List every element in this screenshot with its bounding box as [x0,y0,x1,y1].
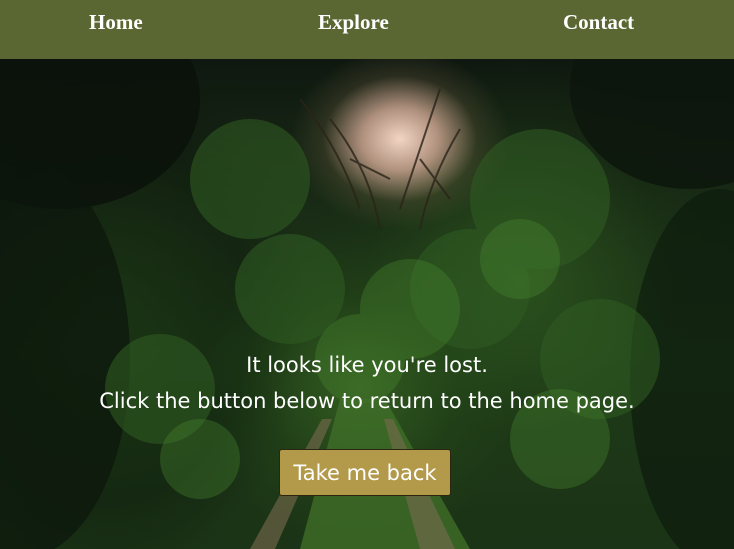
top-navigation: Home Explore Contact [0,0,734,59]
nav-home-link[interactable]: Home [89,10,143,34]
take-me-back-button[interactable]: Take me back [279,449,451,496]
nav-explore-link[interactable]: Explore [318,10,389,34]
lost-message: It looks like you're lost. [246,353,488,377]
nav-contact-link[interactable]: Contact [563,10,634,34]
instruction-message: Click the button below to return to the … [99,389,635,413]
